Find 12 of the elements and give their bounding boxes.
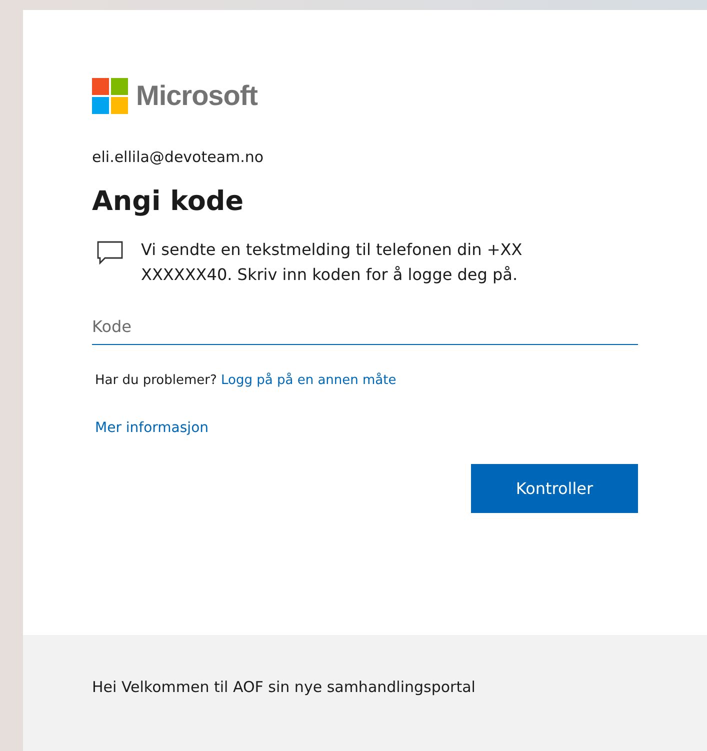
message-text: Vi sendte en tekstmelding til telefonen din +XX XXXXXX40. Skriv inn koden for å logge deg på.	[141, 239, 524, 286]
verify-button[interactable]: Kontroller	[471, 464, 638, 513]
sign-in-another-way-link[interactable]: Logg på på en annen måte	[221, 373, 396, 388]
logo-text: Microsoft	[136, 80, 258, 112]
footer-text: Hei Velkommen til AOF sin nye samhandlingsportal	[92, 678, 476, 696]
account-email: eli.ellila@devoteam.no	[92, 148, 265, 166]
speech-bubble-icon	[97, 241, 123, 265]
help-text: Har du problemer? Logg på på en annen måte	[94, 373, 398, 388]
four-squares-logo-icon	[92, 78, 128, 114]
page-title: Angi kode	[92, 186, 245, 217]
more-info-link[interactable]: Mer informasjon	[92, 420, 209, 436]
code-input-field[interactable]: Kode	[92, 309, 638, 345]
